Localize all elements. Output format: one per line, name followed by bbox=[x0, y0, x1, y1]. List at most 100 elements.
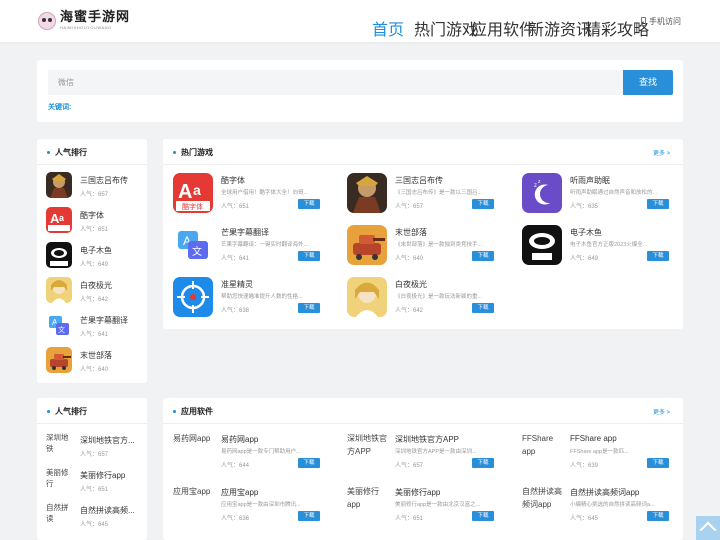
download-button[interactable]: 下载 bbox=[298, 303, 320, 313]
panda-logo-icon bbox=[38, 11, 56, 30]
more-link[interactable]: 更多 > bbox=[653, 148, 670, 157]
list-item[interactable]: Aa 酷字体 人气：651 bbox=[46, 207, 108, 233]
download-button[interactable]: 下载 bbox=[472, 251, 494, 261]
more-link[interactable]: 更多 > bbox=[653, 407, 670, 416]
item-popularity: 人气：651 bbox=[80, 227, 109, 233]
item-popularity: 人气：651 bbox=[221, 204, 250, 210]
broken-image-icon: 自然拼读 bbox=[46, 503, 69, 523]
phone-icon bbox=[641, 17, 646, 26]
item-name: 末世部落 bbox=[80, 351, 112, 360]
download-button[interactable]: 下载 bbox=[298, 458, 320, 468]
panel-title: 人气排行 bbox=[55, 148, 87, 157]
item-popularity: 人气：657 bbox=[80, 192, 109, 198]
item-popularity: 人气：657 bbox=[395, 204, 424, 210]
nav-home[interactable]: 首页 bbox=[372, 16, 404, 40]
download-button[interactable]: 下载 bbox=[647, 458, 669, 468]
download-button[interactable]: 下载 bbox=[647, 251, 669, 261]
list-item[interactable]: 三国志吕布传 人气：657 bbox=[46, 172, 128, 198]
nav-guides[interactable]: 精彩攻略 bbox=[585, 16, 649, 40]
broken-image-icon: 美丽修行app bbox=[347, 487, 379, 509]
item-description: 听雨声助眠通过自然声音和放松的... bbox=[570, 190, 658, 196]
download-button[interactable]: 下载 bbox=[298, 251, 320, 261]
download-button[interactable]: 下载 bbox=[298, 511, 320, 521]
item-name: FFShare app bbox=[570, 434, 617, 443]
item-popularity: 人气：642 bbox=[395, 308, 424, 314]
item-popularity: 人气：657 bbox=[80, 452, 109, 458]
nav-apps[interactable]: 应用软件 bbox=[471, 16, 535, 40]
apps-panel: 应用软件 更多 > 易药网app 易药网app 易药网app是一款专门帮助用户.… bbox=[163, 398, 683, 540]
item-popularity: 人气：635 bbox=[570, 204, 599, 210]
item-description: 帮助您快速瞄准提升人数的性格... bbox=[221, 294, 303, 300]
bullet-icon bbox=[173, 410, 176, 413]
search-button[interactable]: 查找 bbox=[623, 70, 673, 95]
bullet-icon bbox=[173, 151, 176, 154]
broken-image-icon: 应用宝app bbox=[173, 487, 211, 496]
item-popularity: 人气：639 bbox=[570, 463, 599, 469]
list-item[interactable]: 自然拼读 自然拼读高频... 人气：645 bbox=[46, 502, 135, 530]
list-item[interactable]: 白夜极光 人气：642 bbox=[46, 277, 112, 303]
item-name: 应用宝app bbox=[221, 488, 259, 497]
svg-text:酷字体: 酷字体 bbox=[182, 202, 203, 211]
download-button[interactable]: 下载 bbox=[472, 303, 494, 313]
nav-news[interactable]: 新游资讯 bbox=[528, 16, 592, 40]
svg-text:z: z bbox=[534, 183, 537, 189]
item-popularity: 人气：651 bbox=[80, 487, 109, 493]
item-name: 酷字体 bbox=[221, 176, 245, 185]
rain-sleep-icon: zz bbox=[522, 173, 562, 213]
item-name: 芒果字幕翻译 bbox=[80, 316, 128, 325]
item-description: 《三国志吕布传》是一款以三国吕... bbox=[395, 190, 483, 196]
item-description: 应用宝app是一款由深圳市腾讯... bbox=[221, 502, 301, 508]
keywords-label: 关键词: bbox=[48, 104, 72, 111]
item-name: 听雨声助眠 bbox=[570, 176, 610, 185]
item-popularity: 人气：651 bbox=[395, 516, 424, 522]
item-description: 《白夜极光》是一款玩法新颖的重... bbox=[395, 294, 483, 300]
item-popularity: 人气：649 bbox=[570, 256, 599, 262]
list-item[interactable]: 美丽修行 美丽修行app 人气：651 bbox=[46, 467, 125, 495]
svg-text:A: A bbox=[178, 181, 192, 203]
item-name: 深圳地铁官方APP bbox=[395, 435, 460, 444]
svg-text:a: a bbox=[193, 182, 201, 198]
font-app-icon: Aa 酷字体 bbox=[173, 173, 213, 213]
svg-text:文: 文 bbox=[58, 325, 65, 334]
search-input[interactable]: 微信 bbox=[48, 70, 623, 95]
item-name: 易药网app bbox=[221, 435, 259, 444]
download-button[interactable]: 下载 bbox=[647, 511, 669, 521]
list-item[interactable]: 深圳地铁 深圳地铁官方... 人气：657 bbox=[46, 432, 135, 460]
download-button[interactable]: 下载 bbox=[472, 511, 494, 521]
logo-subtitle: HAIMISHOUYOUWANG bbox=[60, 25, 112, 30]
item-name: 美丽修行app bbox=[80, 471, 126, 480]
item-name: 末世部落 bbox=[395, 228, 427, 237]
item-description: 芒果字幕翻译：一键实时翻译海外... bbox=[221, 242, 309, 248]
item-name: 准星精灵 bbox=[221, 280, 253, 289]
download-button[interactable]: 下载 bbox=[472, 458, 494, 468]
site-logo[interactable]: 海蜜手游网 HAIMISHOUYOUWANG bbox=[38, 11, 130, 30]
item-popularity: 人气：638 bbox=[221, 308, 250, 314]
item-name: 三国志吕布传 bbox=[80, 176, 128, 185]
item-popularity: 人气：636 bbox=[221, 516, 250, 522]
item-popularity: 人气：640 bbox=[80, 367, 109, 373]
item-popularity: 人气：649 bbox=[80, 262, 109, 268]
download-button[interactable]: 下载 bbox=[647, 199, 669, 209]
broken-image-icon: 自然拼读高频词app bbox=[522, 487, 562, 509]
broken-image-icon: 易药网app bbox=[173, 434, 211, 443]
tank-game-icon bbox=[347, 225, 387, 265]
list-item[interactable]: 末世部落 人气：640 bbox=[46, 347, 112, 373]
download-button[interactable]: 下载 bbox=[298, 199, 320, 209]
item-name: 三国志吕布传 bbox=[395, 176, 443, 185]
bullet-icon bbox=[47, 151, 50, 154]
download-button[interactable]: 下载 bbox=[472, 199, 494, 209]
back-to-top-button[interactable] bbox=[696, 516, 720, 540]
item-name: 白夜极光 bbox=[395, 280, 427, 289]
mobile-access-link[interactable]: 手机访问 bbox=[641, 16, 681, 27]
item-popularity: 人气：641 bbox=[80, 332, 109, 338]
nav-hot-games[interactable]: 热门游戏 bbox=[414, 16, 478, 40]
item-description: 全球用户借用！酷字体大全！向哥... bbox=[221, 190, 309, 196]
translate-app-icon: A文 bbox=[46, 312, 72, 338]
list-item[interactable]: A文 芒果字幕翻译 人气：641 bbox=[46, 312, 128, 338]
item-popularity: 人气：644 bbox=[221, 463, 250, 469]
item-description: 深圳地铁官方APP是一款由深圳... bbox=[395, 449, 477, 455]
item-description: 美丽修行app是一款由北京汉富之... bbox=[395, 502, 481, 508]
list-item[interactable]: 电子木鱼 人气：649 bbox=[46, 242, 112, 268]
item-name: 自然拼读高频... bbox=[80, 506, 135, 515]
panel-title: 应用软件 bbox=[181, 407, 213, 416]
